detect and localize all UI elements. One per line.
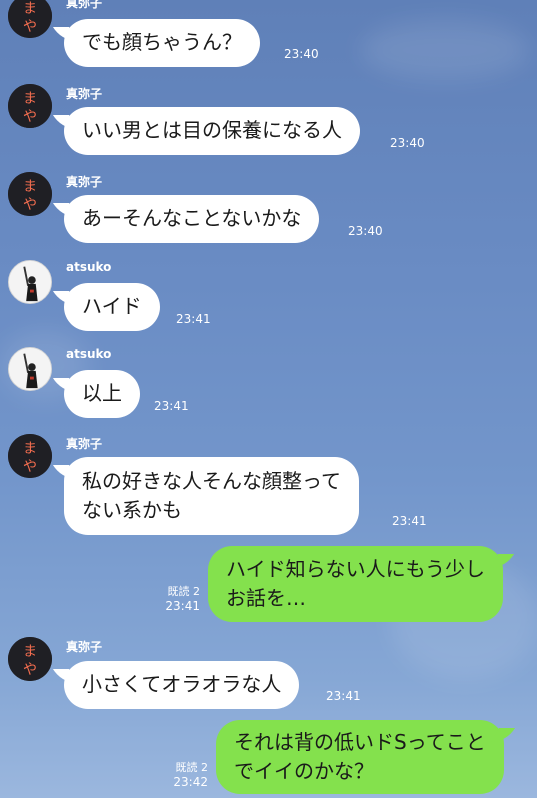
message-bubble[interactable]: 私の好きな人そんな顔整って ない系かも [64, 457, 359, 535]
message-bubble[interactable]: でも顔ちゃうん？ [64, 19, 260, 67]
message-text: いい男とは目の保養になる人 [82, 118, 342, 142]
maya-avatar-icon: ま や [8, 0, 52, 38]
message-text: あーそんなことないかな [82, 206, 302, 230]
message-time: 23:41 [392, 514, 427, 528]
message-time: 23:41 [165, 599, 200, 613]
message-bubble[interactable]: いい男とは目の保養になる人 [64, 107, 360, 155]
message-bubble[interactable]: ハイド知らない人にもう少し お話を… [208, 546, 503, 622]
svg-text:や: や [23, 197, 37, 213]
maya-avatar-icon: ま や [8, 172, 52, 216]
message-text: それは背の低いドSってこと でイイのかな？ [234, 730, 486, 783]
maya-avatar-icon: ま や [8, 434, 52, 478]
avatar-atsuko[interactable] [8, 260, 52, 304]
maya-avatar-icon: ま や [8, 84, 52, 128]
read-count: 既読 2 [175, 761, 209, 774]
svg-text:や: や [23, 19, 37, 35]
sender-name: atsuko [66, 260, 112, 274]
message-text: 私の好きな人そんな顔整って ない系かも [82, 469, 341, 522]
atsuko-avatar-icon [9, 348, 51, 390]
message-time: 23:41 [326, 689, 361, 703]
message-time: 23:41 [154, 399, 189, 413]
read-count: 既読 2 [167, 585, 201, 598]
message-bubble[interactable]: ハイド [64, 283, 160, 331]
svg-text:ま: ま [23, 1, 37, 17]
message-bubble[interactable]: あーそんなことないかな [64, 195, 320, 243]
atsuko-avatar-icon [9, 261, 51, 303]
message-text: 小さくてオラオラな人 [82, 672, 282, 696]
message-time: 23:40 [390, 136, 425, 150]
maya-avatar-icon: ま や [8, 637, 52, 681]
message-time: 23:40 [348, 224, 383, 238]
message-time: 23:42 [173, 775, 208, 789]
avatar-maya[interactable]: ま や [8, 434, 52, 478]
message-text: 以上 [82, 381, 122, 405]
avatar-atsuko[interactable] [8, 347, 52, 391]
message-text: ハイド [82, 294, 142, 318]
avatar-maya[interactable]: ま や [8, 172, 52, 216]
svg-text:や: や [23, 109, 37, 125]
avatar-maya[interactable]: ま や [8, 0, 52, 38]
background-cloud [360, 20, 530, 80]
sender-name: 真弥子 [66, 175, 103, 189]
svg-text:ま: ま [23, 91, 37, 107]
sender-name: 真弥子 [66, 0, 103, 10]
message-text: ハイド知らない人にもう少し お話を… [226, 557, 485, 610]
sender-name: atsuko [66, 347, 112, 361]
svg-text:や: や [23, 459, 37, 475]
read-receipt: 既読 2 23:41 [140, 585, 200, 613]
avatar-maya[interactable]: ま や [8, 84, 52, 128]
message-bubble[interactable]: 小さくてオラオラな人 [64, 661, 300, 709]
svg-text:や: や [23, 662, 37, 678]
avatar-maya[interactable]: ま や [8, 637, 52, 681]
svg-text:ま: ま [23, 441, 37, 457]
message-bubble[interactable]: それは背の低いドSってこと でイイのかな？ [216, 720, 504, 794]
sender-name: 真弥子 [66, 437, 103, 451]
message-bubble[interactable]: 以上 [64, 370, 140, 418]
sender-name: 真弥子 [66, 640, 103, 654]
message-time: 23:40 [284, 47, 319, 61]
message-text: でも顔ちゃうん？ [82, 30, 242, 54]
read-receipt: 既読 2 23:42 [148, 761, 208, 789]
svg-text:ま: ま [23, 179, 37, 195]
message-time: 23:41 [176, 312, 211, 326]
sender-name: 真弥子 [66, 87, 103, 101]
svg-text:ま: ま [23, 644, 37, 660]
